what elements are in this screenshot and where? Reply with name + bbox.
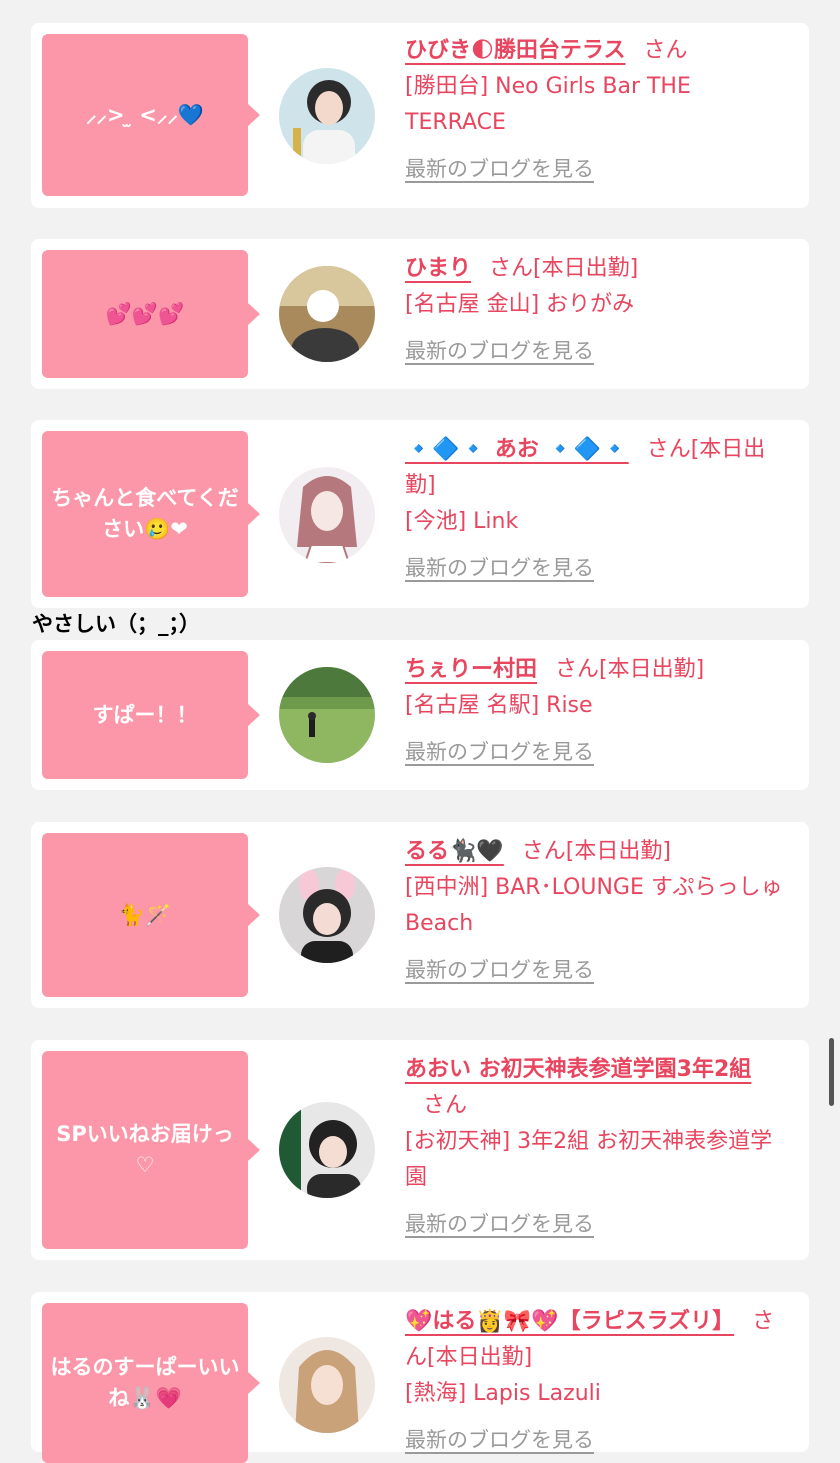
shop-name: [名古屋 名駅] Rise — [405, 693, 593, 718]
message-bubble: ちゃんと食べてください🥲❤ — [42, 431, 260, 597]
message-text: ちゃんと食べてください🥲❤ — [51, 486, 239, 541]
avatar[interactable] — [279, 1102, 375, 1198]
name-suffix: さん — [643, 38, 688, 63]
avatar[interactable] — [279, 68, 375, 164]
avatar[interactable] — [279, 467, 375, 563]
blog-link[interactable]: 最新のブログを見る — [405, 333, 791, 369]
avatar-image — [279, 667, 375, 763]
message-text: 💕💕💕 — [105, 301, 185, 326]
message-bubble: SPいいねお届けっ♡ — [42, 1051, 260, 1249]
list-item: 🐈🪄 るる🐈‍⬛🖤 さん[本日出勤] [西中洲] BAR･LOUNGE すぷらっし… — [31, 822, 809, 1008]
avatar-image — [279, 68, 375, 164]
shop-name: [熱海] Lapis Lazuli — [405, 1381, 601, 1406]
cast-name-link[interactable]: ひびき🌓勝田台テラス — [405, 38, 626, 63]
shop-name: [勝田台] Neo Girls Bar THE TERRACE — [405, 74, 691, 135]
message-bubble: すぱー！！ — [42, 651, 260, 779]
message-text: SPいいねお届けっ♡ — [56, 1122, 234, 1177]
list-item: ⸝⸝> ̫ <⸝⸝💙 ひびき🌓勝田台テラス さん [勝田台] Neo Girls … — [31, 23, 809, 208]
avatar[interactable] — [279, 1337, 375, 1433]
shop-name: [西中洲] BAR･LOUNGE すぷらっしゅBeach — [405, 875, 783, 936]
message-text: すぱー！！ — [92, 702, 198, 727]
cast-info: 💖はる👸🎀💖【ラピスラズリ】 さん[本日出勤] [熱海] Lapis Lazuli… — [405, 1304, 791, 1458]
shop-name: [今池] Link — [405, 509, 519, 534]
blog-link[interactable]: 最新のブログを見る — [405, 734, 791, 770]
blog-link[interactable]: 最新のブログを見る — [405, 952, 791, 988]
list-item: 💕💕💕 ひまり さん[本日出勤] [名古屋 金山] おりがみ 最新のブログを見る — [31, 239, 809, 389]
avatar-image — [279, 1337, 375, 1433]
name-suffix: さん[本日出勤] — [489, 256, 639, 281]
cast-info: ちぇりー村田 さん[本日出勤] [名古屋 名駅] Rise 最新のブログを見る — [405, 652, 791, 770]
name-suffix: さん[本日出勤] — [555, 657, 705, 682]
cast-name-link[interactable]: 💖はる👸🎀💖【ラピスラズリ】 — [405, 1309, 734, 1334]
scrollbar[interactable] — [829, 1038, 834, 1106]
comment-text: やさしい（；_；） — [32, 612, 200, 636]
name-suffix: さん[本日出勤] — [521, 839, 671, 864]
message-bubble: はるのすーぱーいいね🐰💗 — [42, 1303, 260, 1463]
blog-link[interactable]: 最新のブログを見る — [405, 550, 791, 586]
blog-link[interactable]: 最新のブログを見る — [405, 1422, 791, 1458]
cast-name-link[interactable]: ひまり — [405, 256, 471, 281]
message-text: はるのすーぱーいいね🐰💗 — [50, 1355, 240, 1410]
blog-link[interactable]: 最新のブログを見る — [405, 1206, 791, 1242]
message-text: ⸝⸝> ̫ <⸝⸝💙 — [86, 102, 204, 127]
avatar[interactable] — [279, 667, 375, 763]
message-bubble: ⸝⸝> ̫ <⸝⸝💙 — [42, 34, 260, 196]
cast-info: あおい お初天神表参道学園3年2組さん [お初天神] 3年2組 お初天神表参道学… — [405, 1052, 791, 1242]
avatar-image — [279, 467, 375, 563]
cast-name-link[interactable]: るる🐈‍⬛🖤 — [405, 839, 504, 864]
cast-name-link[interactable]: あおい お初天神表参道学園3年2組 — [405, 1057, 751, 1082]
message-text: 🐈🪄 — [118, 902, 172, 927]
avatar-image — [279, 867, 375, 963]
cast-info: ひびき🌓勝田台テラス さん [勝田台] Neo Girls Bar THE TER… — [405, 33, 791, 187]
cast-info: 🔹🔷🔹 あお 🔹🔷🔹 さん[本日出勤] [今池] Link 最新のブログを見る — [405, 432, 791, 586]
message-bubble: 🐈🪄 — [42, 833, 260, 997]
cast-info: ひまり さん[本日出勤] [名古屋 金山] おりがみ 最新のブログを見る — [405, 251, 791, 369]
cast-name-link[interactable]: ちぇりー村田 — [405, 657, 537, 682]
shop-name: [名古屋 金山] おりがみ — [405, 292, 635, 317]
list-item: はるのすーぱーいいね🐰💗 💖はる👸🎀💖【ラピスラズリ】 さん[本日出勤] [熱海]… — [31, 1292, 809, 1463]
avatar[interactable] — [279, 266, 375, 362]
avatar-image — [279, 266, 375, 362]
avatar-image — [279, 1102, 375, 1198]
cast-name-link[interactable]: 🔹🔷🔹 あお 🔹🔷🔹 — [405, 437, 629, 462]
list-item: ちゃんと食べてください🥲❤ 🔹🔷🔹 あお 🔹🔷🔹 さん[本日出勤] [今池] Li… — [31, 420, 809, 608]
name-suffix: さん — [423, 1093, 468, 1118]
list-item: SPいいねお届けっ♡ あおい お初天神表参道学園3年2組さん [お初天神] 3年… — [31, 1040, 809, 1260]
avatar[interactable] — [279, 867, 375, 963]
blog-link[interactable]: 最新のブログを見る — [405, 151, 791, 187]
cast-info: るる🐈‍⬛🖤 さん[本日出勤] [西中洲] BAR･LOUNGE すぷらっしゅBe… — [405, 834, 791, 988]
shop-name: [お初天神] 3年2組 お初天神表参道学園 — [405, 1129, 773, 1190]
list-item: すぱー！！ ちぇりー村田 さん[本日出勤] [名古屋 名駅] Rise 最新のブロ… — [31, 640, 809, 790]
message-bubble: 💕💕💕 — [42, 250, 260, 378]
